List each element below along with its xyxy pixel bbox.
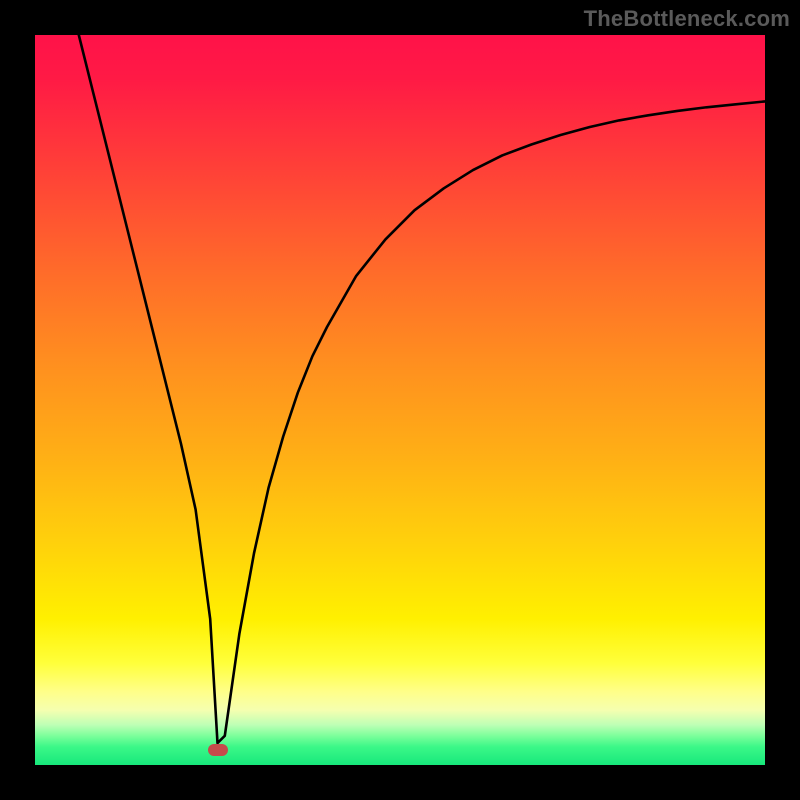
chart-frame: TheBottleneck.com xyxy=(0,0,800,800)
bottleneck-curve xyxy=(35,35,765,765)
optimal-point-marker xyxy=(208,744,228,756)
watermark-text: TheBottleneck.com xyxy=(584,6,790,32)
plot-area xyxy=(35,35,765,765)
